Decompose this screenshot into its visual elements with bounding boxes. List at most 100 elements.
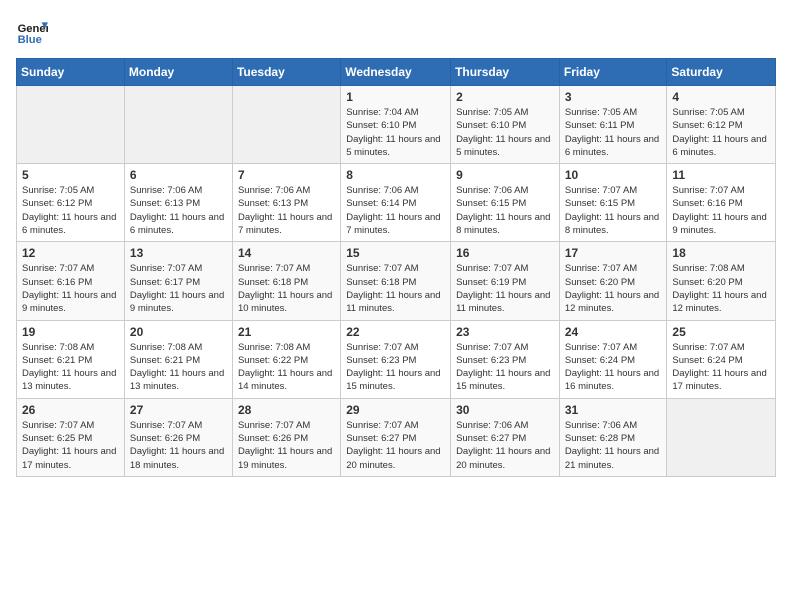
calendar-cell: 18 Sunrise: 7:08 AM Sunset: 6:20 PM Dayli… bbox=[667, 242, 776, 320]
day-number: 10 bbox=[565, 168, 662, 182]
day-info: Sunrise: 7:05 AM Sunset: 6:12 PM Dayligh… bbox=[22, 184, 119, 237]
day-number: 16 bbox=[456, 246, 554, 260]
day-number: 6 bbox=[130, 168, 227, 182]
day-number: 21 bbox=[238, 325, 335, 339]
day-info: Sunrise: 7:08 AM Sunset: 6:22 PM Dayligh… bbox=[238, 341, 335, 394]
calendar-cell: 15 Sunrise: 7:07 AM Sunset: 6:18 PM Dayli… bbox=[341, 242, 451, 320]
weekday-header: Sunday bbox=[17, 59, 125, 86]
day-info: Sunrise: 7:05 AM Sunset: 6:12 PM Dayligh… bbox=[672, 106, 770, 159]
day-info: Sunrise: 7:05 AM Sunset: 6:11 PM Dayligh… bbox=[565, 106, 662, 159]
calendar-cell: 26Sunrise: 7:07 AM Sunset: 6:25 PM Dayli… bbox=[17, 398, 125, 476]
day-info: Sunrise: 7:06 AM Sunset: 6:27 PM Dayligh… bbox=[456, 419, 554, 472]
calendar-cell: 7Sunrise: 7:06 AM Sunset: 6:13 PM Daylig… bbox=[232, 164, 340, 242]
calendar-cell: 16 Sunrise: 7:07 AM Sunset: 6:19 PM Dayli… bbox=[451, 242, 560, 320]
calendar-cell bbox=[232, 86, 340, 164]
calendar-cell: 2 Sunrise: 7:05 AM Sunset: 6:10 PM Daylig… bbox=[451, 86, 560, 164]
day-number: 3 bbox=[565, 90, 662, 104]
day-info: Sunrise: 7:07 AM Sunset: 6:27 PM Dayligh… bbox=[346, 419, 445, 472]
day-info: Sunrise: 7:07 AM Sunset: 6:15 PM Dayligh… bbox=[565, 184, 662, 237]
logo-icon: General Blue bbox=[16, 16, 48, 48]
day-number: 31 bbox=[565, 403, 662, 417]
calendar-cell: 19 Sunrise: 7:08 AM Sunset: 6:21 PM Dayli… bbox=[17, 320, 125, 398]
day-info: Sunrise: 7:07 AM Sunset: 6:23 PM Dayligh… bbox=[456, 341, 554, 394]
calendar-cell: 11Sunrise: 7:07 AM Sunset: 6:16 PM Dayli… bbox=[667, 164, 776, 242]
day-info: Sunrise: 7:07 AM Sunset: 6:24 PM Dayligh… bbox=[672, 341, 770, 394]
calendar-cell: 8 Sunrise: 7:06 AM Sunset: 6:14 PM Daylig… bbox=[341, 164, 451, 242]
day-info: Sunrise: 7:07 AM Sunset: 6:19 PM Dayligh… bbox=[456, 262, 554, 315]
calendar-cell: 27Sunrise: 7:07 AM Sunset: 6:26 PM Dayli… bbox=[124, 398, 232, 476]
day-number: 9 bbox=[456, 168, 554, 182]
calendar-cell: 17Sunrise: 7:07 AM Sunset: 6:20 PM Dayli… bbox=[559, 242, 667, 320]
calendar-cell bbox=[17, 86, 125, 164]
day-info: Sunrise: 7:07 AM Sunset: 6:16 PM Dayligh… bbox=[22, 262, 119, 315]
day-info: Sunrise: 7:07 AM Sunset: 6:24 PM Dayligh… bbox=[565, 341, 662, 394]
day-info: Sunrise: 7:06 AM Sunset: 6:15 PM Dayligh… bbox=[456, 184, 554, 237]
calendar-cell: 4Sunrise: 7:05 AM Sunset: 6:12 PM Daylig… bbox=[667, 86, 776, 164]
day-number: 27 bbox=[130, 403, 227, 417]
day-number: 2 bbox=[456, 90, 554, 104]
weekday-header: Friday bbox=[559, 59, 667, 86]
calendar-cell: 10 Sunrise: 7:07 AM Sunset: 6:15 PM Dayli… bbox=[559, 164, 667, 242]
day-info: Sunrise: 7:07 AM Sunset: 6:18 PM Dayligh… bbox=[238, 262, 335, 315]
day-info: Sunrise: 7:05 AM Sunset: 6:10 PM Dayligh… bbox=[456, 106, 554, 159]
calendar-cell: 5 Sunrise: 7:05 AM Sunset: 6:12 PM Daylig… bbox=[17, 164, 125, 242]
calendar-cell: 25 Sunrise: 7:07 AM Sunset: 6:24 PM Dayli… bbox=[667, 320, 776, 398]
calendar-cell: 20Sunrise: 7:08 AM Sunset: 6:21 PM Dayli… bbox=[124, 320, 232, 398]
day-number: 24 bbox=[565, 325, 662, 339]
svg-text:Blue: Blue bbox=[18, 34, 42, 46]
calendar-cell: 29 Sunrise: 7:07 AM Sunset: 6:27 PM Dayli… bbox=[341, 398, 451, 476]
calendar-cell: 14 Sunrise: 7:07 AM Sunset: 6:18 PM Dayli… bbox=[232, 242, 340, 320]
page-header: General Blue bbox=[16, 16, 776, 48]
day-number: 13 bbox=[130, 246, 227, 260]
day-info: Sunrise: 7:08 AM Sunset: 6:21 PM Dayligh… bbox=[22, 341, 119, 394]
calendar-week-row: 1 Sunrise: 7:04 AM Sunset: 6:10 PM Daylig… bbox=[17, 86, 776, 164]
day-number: 19 bbox=[22, 325, 119, 339]
calendar-cell: 13 Sunrise: 7:07 AM Sunset: 6:17 PM Dayli… bbox=[124, 242, 232, 320]
day-info: Sunrise: 7:07 AM Sunset: 6:26 PM Dayligh… bbox=[238, 419, 335, 472]
calendar-cell: 1 Sunrise: 7:04 AM Sunset: 6:10 PM Daylig… bbox=[341, 86, 451, 164]
calendar-cell: 21 Sunrise: 7:08 AM Sunset: 6:22 PM Dayli… bbox=[232, 320, 340, 398]
calendar-cell: 23Sunrise: 7:07 AM Sunset: 6:23 PM Dayli… bbox=[451, 320, 560, 398]
weekday-header: Thursday bbox=[451, 59, 560, 86]
day-number: 12 bbox=[22, 246, 119, 260]
calendar-cell: 28 Sunrise: 7:07 AM Sunset: 6:26 PM Dayli… bbox=[232, 398, 340, 476]
calendar-cell bbox=[124, 86, 232, 164]
day-number: 1 bbox=[346, 90, 445, 104]
calendar-week-row: 12 Sunrise: 7:07 AM Sunset: 6:16 PM Dayli… bbox=[17, 242, 776, 320]
calendar-cell: 9 Sunrise: 7:06 AM Sunset: 6:15 PM Daylig… bbox=[451, 164, 560, 242]
day-info: Sunrise: 7:06 AM Sunset: 6:28 PM Dayligh… bbox=[565, 419, 662, 472]
day-info: Sunrise: 7:07 AM Sunset: 6:18 PM Dayligh… bbox=[346, 262, 445, 315]
day-number: 5 bbox=[22, 168, 119, 182]
day-info: Sunrise: 7:06 AM Sunset: 6:14 PM Dayligh… bbox=[346, 184, 445, 237]
day-number: 18 bbox=[672, 246, 770, 260]
day-info: Sunrise: 7:07 AM Sunset: 6:17 PM Dayligh… bbox=[130, 262, 227, 315]
day-number: 14 bbox=[238, 246, 335, 260]
weekday-header: Tuesday bbox=[232, 59, 340, 86]
day-number: 25 bbox=[672, 325, 770, 339]
day-number: 11 bbox=[672, 168, 770, 182]
calendar-cell: 6 Sunrise: 7:06 AM Sunset: 6:13 PM Daylig… bbox=[124, 164, 232, 242]
day-number: 15 bbox=[346, 246, 445, 260]
day-number: 17 bbox=[565, 246, 662, 260]
day-info: Sunrise: 7:06 AM Sunset: 6:13 PM Dayligh… bbox=[238, 184, 335, 237]
day-info: Sunrise: 7:07 AM Sunset: 6:23 PM Dayligh… bbox=[346, 341, 445, 394]
calendar-week-row: 5 Sunrise: 7:05 AM Sunset: 6:12 PM Daylig… bbox=[17, 164, 776, 242]
day-number: 30 bbox=[456, 403, 554, 417]
calendar-cell: 24 Sunrise: 7:07 AM Sunset: 6:24 PM Dayli… bbox=[559, 320, 667, 398]
day-number: 8 bbox=[346, 168, 445, 182]
calendar-cell: 31 Sunrise: 7:06 AM Sunset: 6:28 PM Dayli… bbox=[559, 398, 667, 476]
day-number: 28 bbox=[238, 403, 335, 417]
calendar-cell bbox=[667, 398, 776, 476]
day-info: Sunrise: 7:08 AM Sunset: 6:20 PM Dayligh… bbox=[672, 262, 770, 315]
day-number: 22 bbox=[346, 325, 445, 339]
weekday-header: Monday bbox=[124, 59, 232, 86]
calendar-week-row: 26Sunrise: 7:07 AM Sunset: 6:25 PM Dayli… bbox=[17, 398, 776, 476]
day-number: 29 bbox=[346, 403, 445, 417]
day-info: Sunrise: 7:06 AM Sunset: 6:13 PM Dayligh… bbox=[130, 184, 227, 237]
day-number: 20 bbox=[130, 325, 227, 339]
weekday-header: Wednesday bbox=[341, 59, 451, 86]
logo: General Blue bbox=[16, 16, 52, 48]
calendar-week-row: 19 Sunrise: 7:08 AM Sunset: 6:21 PM Dayli… bbox=[17, 320, 776, 398]
day-number: 26 bbox=[22, 403, 119, 417]
day-info: Sunrise: 7:04 AM Sunset: 6:10 PM Dayligh… bbox=[346, 106, 445, 159]
